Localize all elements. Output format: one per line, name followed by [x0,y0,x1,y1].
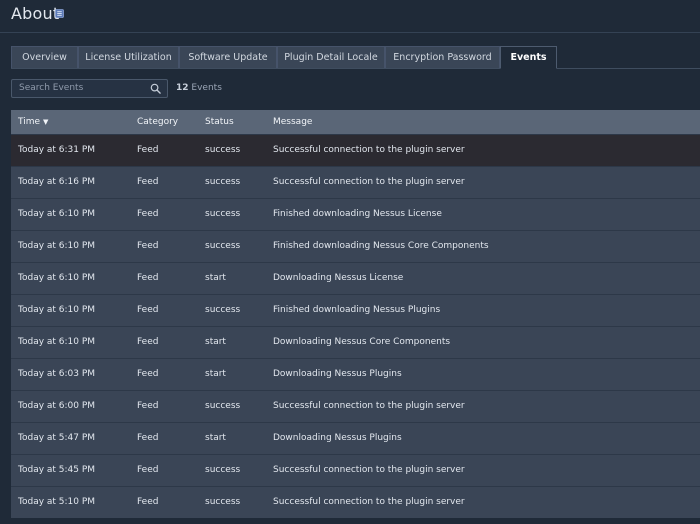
cell-status: success [205,497,241,507]
cell-time: Today at 5:45 PM [18,465,96,475]
cell-status: success [205,305,241,315]
cell-category: Feed [137,145,159,155]
search-input[interactable]: Search Events [11,79,168,98]
tab-events[interactable]: Events [500,46,557,69]
search-placeholder: Search Events [19,83,84,93]
table-row[interactable]: Today at 6:10 PM Feed start Downloading Nes… [11,326,700,358]
cell-message: Finished downloading Nessus Plugins [273,305,441,315]
cell-time: Today at 5:10 PM [18,497,96,507]
sort-down-icon: ▼ [43,118,49,126]
tab-plugin-detail-locale[interactable]: Plugin Detail Locale [277,46,385,68]
cell-message: Successful connection to the plugin serv… [273,465,465,475]
cell-status: success [205,465,241,475]
cell-time: Today at 6:16 PM [18,177,96,187]
table-row[interactable]: Today at 6:16 PM Feed success Successful co… [11,166,700,198]
cell-status: start [205,433,226,443]
table-header: Time ▼ Category Status Message [11,110,700,134]
events-table: Time ▼ Category Status Message Today at 6… [11,110,700,518]
cell-category: Feed [137,433,159,443]
cell-time: Today at 6:10 PM [18,337,96,347]
tab-encryption-password[interactable]: Encryption Password [385,46,500,68]
cell-category: Feed [137,241,159,251]
table-body: Today at 6:31 PM Feed success Successful co… [11,134,700,518]
cell-category: Feed [137,369,159,379]
table-row[interactable]: Today at 5:10 PM Feed success Successful co… [11,486,700,518]
cell-time: Today at 6:03 PM [18,369,96,379]
page-title: About [11,4,60,23]
cell-status: success [205,401,241,411]
cell-status: success [205,177,241,187]
info-icon[interactable] [55,9,64,18]
cell-time: Today at 6:00 PM [18,401,96,411]
cell-message: Successful connection to the plugin serv… [273,177,465,187]
page-header: About [0,0,700,33]
events-count-number: 12 [176,83,189,93]
column-header-category[interactable]: Category [137,117,178,127]
table-row[interactable]: Today at 6:31 PM Feed success Successful co… [11,134,700,166]
tab-bar: Overview License Utilization Software Up… [11,46,700,69]
cell-category: Feed [137,305,159,315]
column-header-message[interactable]: Message [273,117,312,127]
cell-status: start [205,273,226,283]
cell-message: Downloading Nessus Core Components [273,337,451,347]
table-row[interactable]: Today at 6:03 PM Feed start Downloading Nes… [11,358,700,390]
cell-category: Feed [137,337,159,347]
table-row[interactable]: Today at 6:00 PM Feed success Successful co… [11,390,700,422]
cell-category: Feed [137,177,159,187]
cell-category: Feed [137,401,159,411]
cell-status: success [205,145,241,155]
search-icon[interactable] [150,83,161,94]
events-count: 12 Events [176,83,222,93]
tab-license-utilization[interactable]: License Utilization [78,46,179,68]
cell-message: Downloading Nessus License [273,273,404,283]
cell-message: Downloading Nessus Plugins [273,369,402,379]
cell-message: Successful connection to the plugin serv… [273,145,465,155]
table-row[interactable]: Today at 6:10 PM Feed success Finished down… [11,294,700,326]
cell-message: Finished downloading Nessus License [273,209,442,219]
cell-time: Today at 6:10 PM [18,241,96,251]
cell-time: Today at 6:31 PM [18,145,96,155]
cell-message: Successful connection to the plugin serv… [273,497,465,507]
tab-overview[interactable]: Overview [11,46,78,68]
table-row[interactable]: Today at 5:47 PM Feed start Downloading Nes… [11,422,700,454]
table-row[interactable]: Today at 6:10 PM Feed success Finished down… [11,198,700,230]
cell-time: Today at 6:10 PM [18,273,96,283]
table-row[interactable]: Today at 5:45 PM Feed success Successful co… [11,454,700,486]
cell-status: start [205,337,226,347]
cell-status: success [205,209,241,219]
cell-time: Today at 6:10 PM [18,305,96,315]
cell-message: Successful connection to the plugin serv… [273,401,465,411]
cell-status: success [205,241,241,251]
table-row[interactable]: Today at 6:10 PM Feed start Downloading Nes… [11,262,700,294]
cell-time: Today at 6:10 PM [18,209,96,219]
cell-message: Finished downloading Nessus Core Compone… [273,241,489,251]
cell-message: Downloading Nessus Plugins [273,433,402,443]
cell-status: start [205,369,226,379]
cell-category: Feed [137,209,159,219]
cell-category: Feed [137,497,159,507]
column-header-status[interactable]: Status [205,117,234,127]
table-row[interactable]: Today at 6:10 PM Feed success Finished down… [11,230,700,262]
column-header-time[interactable]: Time ▼ [18,117,48,127]
events-count-label: Events [191,83,222,93]
cell-category: Feed [137,465,159,475]
cell-category: Feed [137,273,159,283]
tab-software-update[interactable]: Software Update [179,46,277,68]
cell-time: Today at 5:47 PM [18,433,96,443]
